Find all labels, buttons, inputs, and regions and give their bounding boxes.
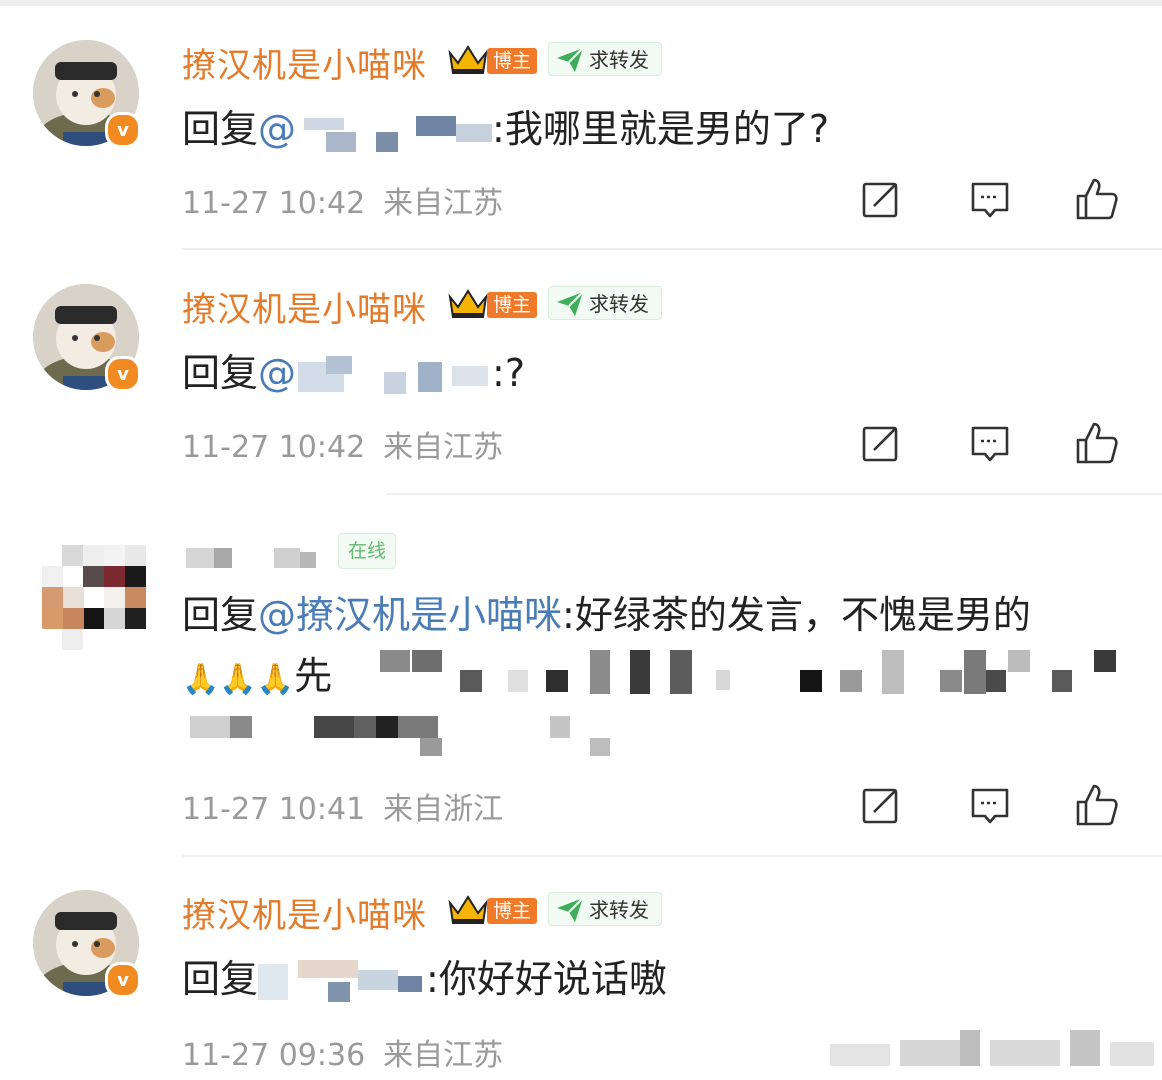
like-icon[interactable] [1074,176,1120,222]
watermark [830,1030,1160,1070]
verified-icon: v [105,356,141,392]
reply-text: 回复@ :? [182,342,525,398]
reply-prefix: 回复 [182,351,259,395]
blogger-badge-label: 博主 [487,48,537,74]
divider [386,493,1162,495]
reply-body: :我哪里就是男的了? [492,107,829,151]
online-status-tag: 在线 [338,533,396,569]
redacted-mention [296,110,493,154]
reply-body-continued: 先 [294,654,333,698]
forward-request-label: 求转发 [589,898,649,922]
reply-body: :? [492,351,525,395]
forward-request-tag[interactable]: 求转发 [548,286,662,320]
reply-text: 回复@ :我哪里就是男的了? [182,98,829,154]
reply-body: :好绿茶的发言，不愧是男的 [562,593,1031,637]
comment-meta: 11-27 09:36 来自江苏 [182,1030,503,1074]
emoji-pray: 🙏🙏🙏 [182,662,295,697]
verified-icon: v [105,112,141,148]
mention-link[interactable]: @ [258,107,296,151]
blogger-badge: 博主 [447,43,537,77]
comment-meta: 11-27 10:42 来自江苏 [182,178,503,222]
timestamp: 11-27 09:36 [182,1038,366,1073]
forward-request-label: 求转发 [589,292,649,316]
blogger-badge: 博主 [447,893,537,927]
crown-icon [448,895,488,924]
verified-icon: v [105,962,141,998]
edit-icon[interactable] [858,782,904,828]
crown-icon [448,289,488,318]
timestamp: 11-27 10:41 [182,792,366,827]
comment-icon[interactable] [967,782,1013,828]
forward-request-label: 求转发 [589,48,649,72]
avatar[interactable] [42,545,146,651]
timestamp: 11-27 10:42 [182,186,366,221]
reply-prefix: 回复 [182,593,259,637]
timestamp: 11-27 10:42 [182,430,366,465]
location: 来自江苏 [383,186,504,221]
reply-text-line-2: 🙏🙏🙏先 [182,645,332,700]
crown-icon [448,45,488,74]
edit-icon[interactable] [858,176,904,222]
location: 来自浙江 [383,792,504,827]
reply-text: 回复 :你好好说话嗷 [182,948,667,1004]
mention-link[interactable]: @撩汉机是小喵咪 [258,593,562,637]
like-icon[interactable] [1074,420,1120,466]
location: 来自江苏 [383,1038,504,1073]
forward-request-tag[interactable]: 求转发 [548,42,662,76]
comment-meta: 11-27 10:41 来自浙江 [182,784,503,828]
username[interactable]: 撩汉机是小喵咪 [182,888,427,937]
paper-plane-icon [557,897,584,922]
redacted-text [190,650,1140,760]
redacted-mention [296,354,492,398]
reply-body: :你好好说话嗷 [426,957,667,1001]
blogger-badge: 博主 [447,287,537,321]
blogger-badge-label: 博主 [487,292,537,318]
location: 来自江苏 [383,430,504,465]
divider [182,248,1162,250]
redacted-mention [258,959,426,1004]
reply-text: 回复@撩汉机是小喵咪:好绿茶的发言，不愧是男的 [182,584,1031,639]
username[interactable]: 撩汉机是小喵咪 [182,282,427,331]
like-icon[interactable] [1074,782,1120,828]
comment-icon[interactable] [967,420,1013,466]
edit-icon[interactable] [858,420,904,466]
reply-prefix: 回复 [182,107,259,151]
paper-plane-icon [557,291,584,316]
top-edge [0,0,1162,6]
blogger-badge-label: 博主 [487,898,537,924]
divider [182,855,1162,857]
forward-request-tag[interactable]: 求转发 [548,892,662,926]
comment-meta: 11-27 10:42 来自江苏 [182,422,503,466]
mention-link[interactable]: @ [258,351,296,395]
paper-plane-icon [557,47,584,72]
username[interactable]: 撩汉机是小喵咪 [182,38,427,87]
comment-icon[interactable] [967,176,1013,222]
reply-prefix: 回复 [182,957,259,1001]
